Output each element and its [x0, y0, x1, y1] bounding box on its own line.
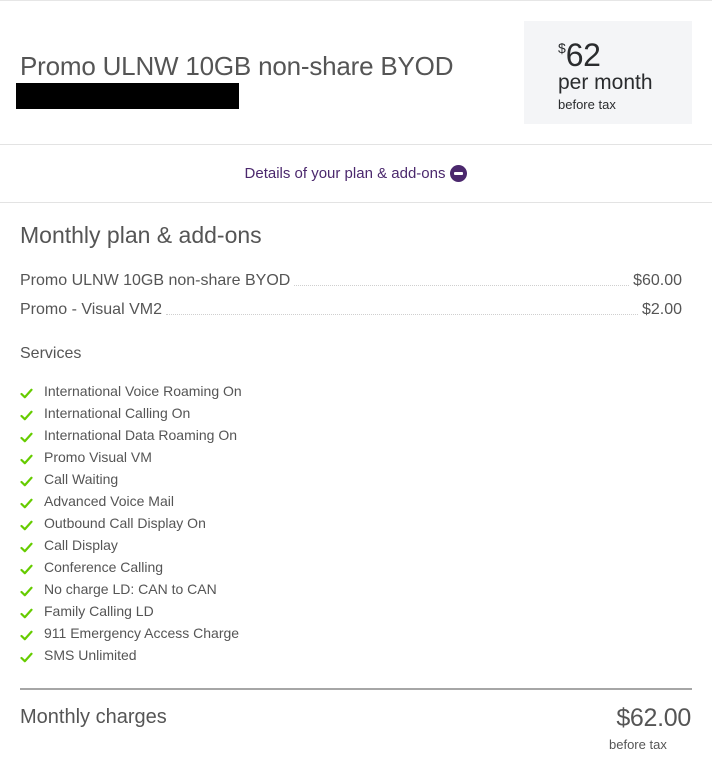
price-value: 62: [565, 37, 601, 73]
service-label: Promo Visual VM: [44, 449, 152, 465]
service-label: Family Calling LD: [44, 603, 154, 619]
price-tax-note: before tax: [558, 97, 616, 112]
check-icon: [20, 474, 33, 486]
service-item: Advanced Voice Mail: [20, 490, 242, 512]
service-item: SMS Unlimited: [20, 644, 242, 666]
line-item-label: Promo ULNW 10GB non-share BYOD: [20, 272, 291, 289]
service-item: International Calling On: [20, 402, 242, 424]
service-label: International Data Roaming On: [44, 427, 237, 443]
check-icon: [20, 540, 33, 552]
service-label: 911 Emergency Access Charge: [44, 625, 240, 641]
monthly-charges-label: Monthly charges: [20, 706, 167, 728]
dotted-leader: [294, 285, 630, 286]
service-item: Family Calling LD: [20, 600, 242, 622]
check-icon: [20, 408, 33, 420]
line-item-price: $2.00: [641, 301, 682, 318]
service-label: No charge LD: CAN to CAN: [44, 581, 217, 597]
service-item: Call Waiting: [20, 468, 242, 490]
services-list: International Voice Roaming On Internatio…: [20, 380, 242, 666]
check-icon: [20, 650, 33, 662]
check-icon: [20, 496, 33, 508]
line-item-price: $60.00: [633, 272, 682, 289]
check-icon: [20, 628, 33, 640]
service-item: Outbound Call Display On: [20, 512, 242, 534]
service-item: International Data Roaming On: [20, 424, 242, 446]
check-icon: [20, 430, 33, 442]
check-icon: [20, 386, 33, 398]
summary-divider: [20, 688, 692, 690]
plan-title: Promo ULNW 10GB non-share BYOD: [20, 51, 454, 81]
minus-circle-icon[interactable]: [450, 165, 468, 182]
service-label: Conference Calling: [44, 559, 164, 575]
service-item: International Voice Roaming On: [20, 380, 242, 402]
service-label: Advanced Voice Mail: [44, 493, 174, 509]
check-icon: [20, 606, 33, 618]
service-item: 911 Emergency Access Charge: [20, 622, 242, 644]
service-label: International Voice Roaming On: [44, 383, 242, 399]
check-icon: [20, 562, 33, 574]
service-item: Conference Calling: [20, 556, 242, 578]
service-label: Call Display: [44, 537, 118, 553]
dotted-leader: [165, 314, 638, 315]
monthly-charges-total: $62.00: [616, 704, 691, 732]
service-item: Call Display: [20, 534, 242, 556]
check-icon: [20, 452, 33, 464]
plan-line-item: Promo - Visual VM2 $2.00: [20, 297, 682, 319]
divider: [0, 202, 712, 203]
service-label: Outbound Call Display On: [44, 515, 206, 531]
price-summary-box: $62 per month before tax: [524, 21, 692, 124]
plan-header: Promo ULNW 10GB non-share BYOD $62 per m…: [0, 1, 712, 144]
price-period: per month: [558, 71, 653, 94]
service-label: SMS Unlimited: [44, 647, 137, 663]
service-label: Call Waiting: [44, 471, 119, 487]
monthly-charges-tax-note: before tax: [609, 737, 667, 752]
redacted-phone-number: [16, 83, 239, 109]
details-toggle-button[interactable]: Details of your plan & add-ons: [0, 145, 712, 202]
check-icon: [20, 518, 33, 530]
details-toggle-label[interactable]: Details of your plan & add-ons: [245, 165, 446, 182]
line-item-label: Promo - Visual VM2: [20, 301, 162, 318]
currency-symbol: $: [558, 40, 566, 56]
services-title: Services: [20, 345, 82, 362]
service-label: International Calling On: [44, 405, 191, 421]
monthly-price: $62: [558, 37, 601, 74]
plan-line-item: Promo ULNW 10GB non-share BYOD $60.00: [20, 268, 682, 290]
plan-section-title: Monthly plan & add-ons: [20, 222, 262, 248]
service-item: Promo Visual VM: [20, 446, 242, 468]
check-icon: [20, 584, 33, 596]
service-item: No charge LD: CAN to CAN: [20, 578, 242, 600]
